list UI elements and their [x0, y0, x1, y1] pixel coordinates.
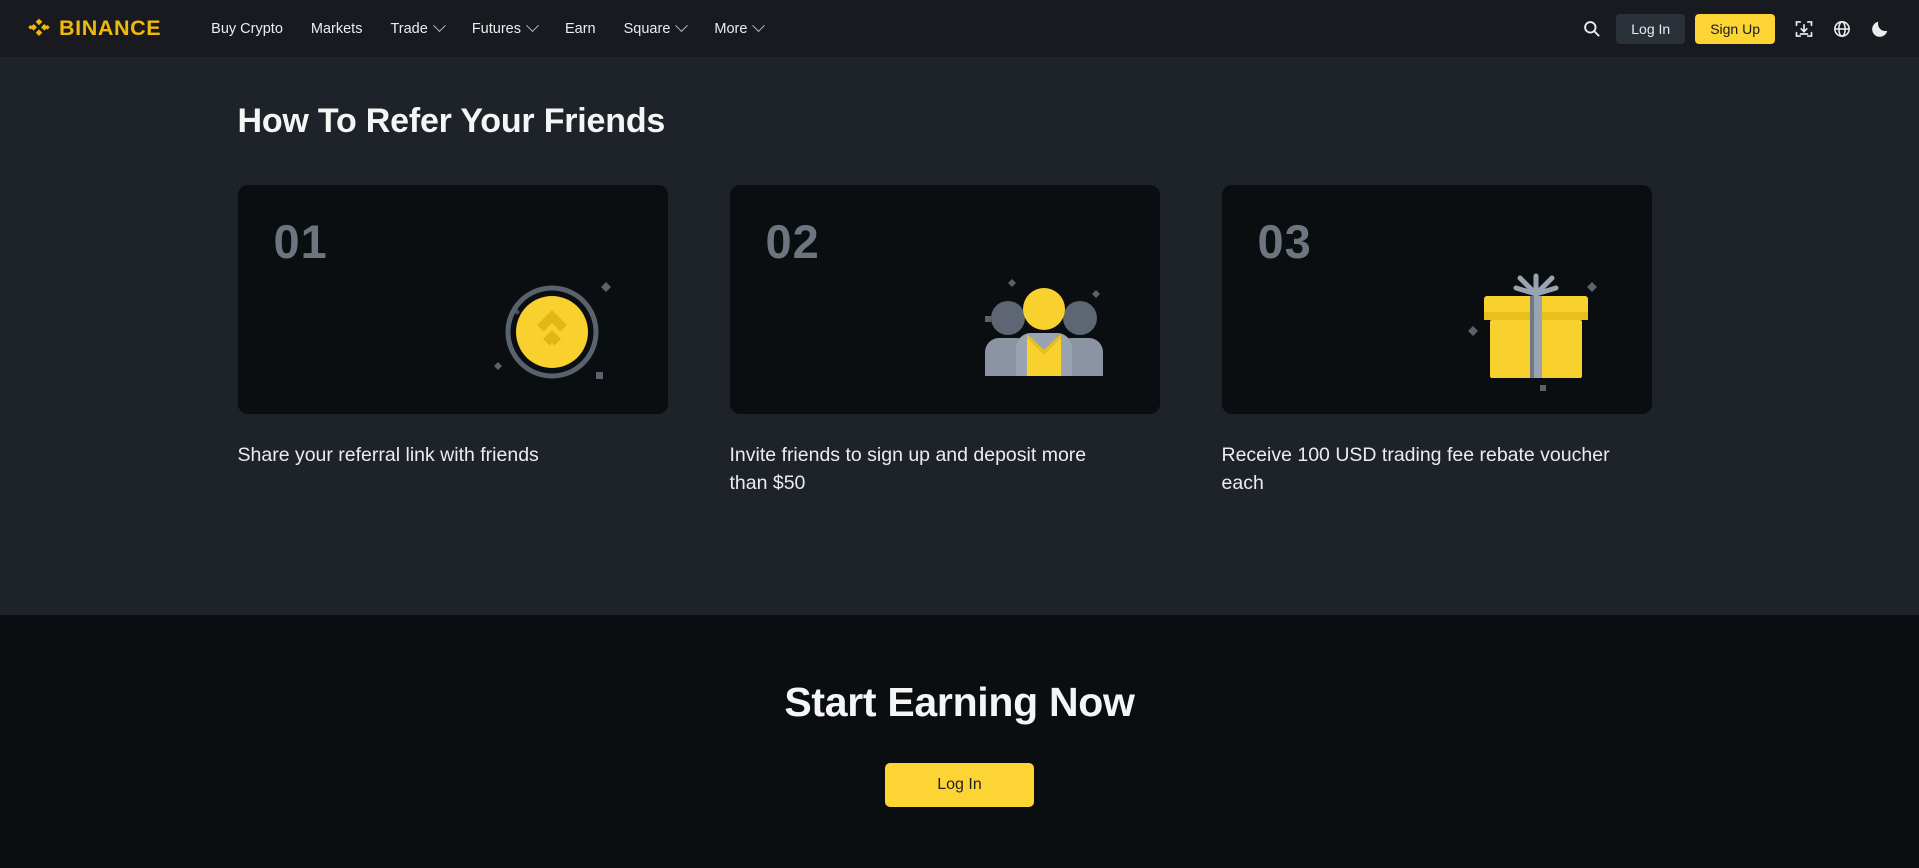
- header-actions: Log In Sign Up: [1574, 12, 1897, 46]
- cta-login-button[interactable]: Log In: [885, 763, 1034, 807]
- nav-label: Square: [623, 20, 671, 37]
- step-card-visual: 03: [1221, 185, 1652, 414]
- main-nav: Buy Crypto Markets Trade Futures Earn Sq…: [197, 13, 777, 45]
- three-people-icon: [984, 279, 1103, 376]
- globe-icon[interactable]: [1825, 12, 1859, 46]
- step-number: 02: [765, 215, 820, 268]
- chevron-down-icon: [675, 19, 689, 33]
- page-title: How To Refer Your Friends: [237, 102, 666, 140]
- nav-label: Markets: [310, 20, 363, 37]
- nav-item-more[interactable]: More: [700, 13, 777, 45]
- header-signup-button[interactable]: Sign Up: [1695, 13, 1775, 44]
- start-earning-section: Start Earning Now Log In: [0, 615, 1919, 868]
- nav-item-markets[interactable]: Markets: [297, 13, 377, 45]
- step-card-03: 03 Receive 100 USD trading fee rebate vo…: [1221, 185, 1652, 498]
- step-card-visual: 01: [237, 185, 668, 414]
- cta-title: Start Earning Now: [784, 679, 1135, 725]
- nav-label: Trade: [390, 20, 428, 37]
- how-to-refer-section: How To Refer Your Friends 01 Share your …: [0, 57, 1919, 615]
- step-number: 03: [1257, 215, 1312, 268]
- step-caption: Receive 100 USD trading fee rebate vouch…: [1221, 444, 1610, 494]
- download-app-icon[interactable]: [1787, 12, 1821, 46]
- nav-item-trade[interactable]: Trade: [376, 13, 457, 45]
- moon-icon[interactable]: [1863, 12, 1897, 46]
- nav-item-square[interactable]: Square: [610, 13, 701, 45]
- binance-coin-icon: [493, 282, 611, 379]
- header-login-button[interactable]: Log In: [1616, 13, 1686, 44]
- step-card-01: 01 Share your referral link with friends: [237, 185, 668, 498]
- chevron-down-icon: [752, 19, 766, 33]
- chevron-down-icon: [432, 19, 446, 33]
- site-header: BINANCE Buy Crypto Markets Trade Futures…: [0, 0, 1919, 57]
- step-caption: Share your referral link with friends: [237, 444, 539, 466]
- nav-label: Futures: [471, 20, 521, 37]
- nav-item-futures[interactable]: Futures: [458, 13, 551, 45]
- nav-label: More: [714, 20, 748, 37]
- nav-label: Buy Crypto: [211, 20, 283, 37]
- binance-diamond-logo-icon: [28, 18, 50, 36]
- search-icon[interactable]: [1574, 12, 1608, 46]
- chevron-down-icon: [526, 19, 539, 33]
- nav-item-earn[interactable]: Earn: [551, 13, 610, 45]
- step-card-visual: 02: [729, 185, 1160, 414]
- nav-label: Earn: [564, 20, 596, 37]
- gift-box-icon: [1467, 273, 1597, 391]
- binance-logo-text: BINANCE: [59, 15, 162, 40]
- binance-logo[interactable]: BINANCE: [26, 16, 161, 42]
- step-caption: Invite friends to sign up and deposit mo…: [729, 444, 1087, 494]
- step-number: 01: [273, 215, 328, 268]
- step-card-02: 02 Invite friends to sign up and deposit…: [729, 185, 1160, 498]
- steps-card-list: 01 Share your referral link with friends…: [237, 185, 1700, 498]
- nav-item-buy-crypto[interactable]: Buy Crypto: [197, 13, 297, 45]
